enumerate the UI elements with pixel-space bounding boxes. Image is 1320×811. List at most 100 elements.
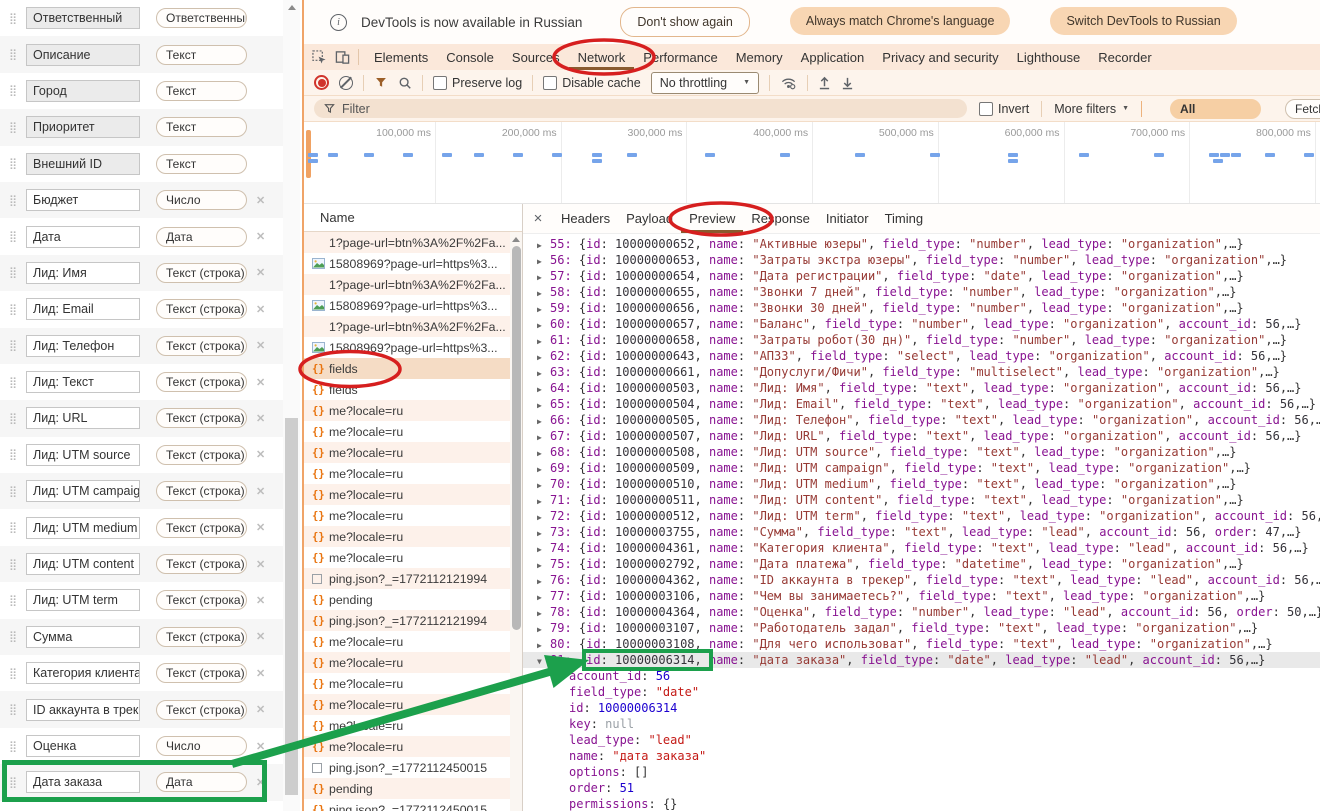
remove-field-button[interactable]: ✕ [256,412,265,425]
filter-toggle-icon[interactable] [374,76,388,89]
remove-field-button[interactable]: ✕ [256,521,265,534]
request-row[interactable]: 1?page-url=btn%3A%2F%2Fa... [304,316,510,337]
request-row[interactable]: 1?page-url=btn%3A%2F%2Fa... [304,232,510,253]
field-label-input[interactable]: ID аккаунта в трекер [26,699,140,721]
json-property-line[interactable]: key: null [523,716,1320,732]
json-preview-line[interactable]: ▶63: {id: 10000000661, name: "Допуслуги/… [523,364,1320,380]
request-row[interactable]: {}pending [304,589,510,610]
json-preview-line[interactable]: ▶55: {id: 10000000652, name: "Активные ю… [523,236,1320,252]
scroll-up-arrow-icon[interactable] [288,5,296,10]
tab-network[interactable]: Network [569,44,635,70]
remove-field-button[interactable]: ✕ [256,303,265,316]
json-preview-line[interactable]: ▶78: {id: 10000004364, name: "Оценка", f… [523,604,1320,620]
json-preview-line[interactable]: ▶62: {id: 10000000643, name: "АПЗЗ", fie… [523,348,1320,364]
request-row[interactable]: {}me?locale=ru [304,673,510,694]
json-preview-line[interactable]: ▶58: {id: 10000000655, name: "Звонки 7 д… [523,284,1320,300]
page-scrollbar-thumb[interactable] [285,418,298,795]
json-property-line[interactable]: order: 51 [523,780,1320,796]
filter-input[interactable]: Filter [314,99,967,118]
json-preview-line[interactable]: ▶60: {id: 10000000657, name: "Баланс", f… [523,316,1320,332]
request-row[interactable]: {}me?locale=ru [304,484,510,505]
export-har-icon[interactable] [841,75,854,90]
request-row[interactable]: {}me?locale=ru [304,652,510,673]
drag-handle-icon[interactable]: ⣿ [0,630,26,643]
json-preview-line[interactable]: ▶61: {id: 10000000658, name: "Затраты ро… [523,332,1320,348]
request-row[interactable]: {}me?locale=ru [304,694,510,715]
remove-field-button[interactable]: ✕ [256,194,265,207]
json-property-line[interactable]: id: 10000006314 [523,700,1320,716]
checkbox-icon[interactable] [543,76,557,90]
record-button[interactable] [314,75,329,90]
field-label-input[interactable]: Дата [26,226,140,248]
field-label-input[interactable]: Сумма [26,626,140,648]
json-preview-line[interactable]: ▶59: {id: 10000000656, name: "Звонки 30 … [523,300,1320,316]
json-property-line[interactable]: lead_type: "lead" [523,732,1320,748]
checkbox-icon[interactable] [979,102,993,116]
json-property-line[interactable]: options: [] [523,764,1320,780]
preview-tab-headers[interactable]: Headers [553,204,618,233]
drag-handle-icon[interactable]: ⣿ [0,230,26,243]
preview-tab-response[interactable]: Response [743,204,818,233]
device-toolbar-icon[interactable] [335,50,350,65]
field-label-input[interactable]: Лид: URL [26,407,140,429]
drag-handle-icon[interactable]: ⣿ [0,157,26,170]
request-row[interactable]: {}me?locale=ru [304,715,510,736]
throttling-select[interactable]: No throttling ▼ [651,72,759,94]
request-row[interactable]: {}me?locale=ru [304,505,510,526]
checkbox-icon[interactable] [433,76,447,90]
json-preview-line[interactable]: ▼81: {id: 10000006314, name: "дата заказ… [523,652,1320,668]
request-row[interactable]: ping.json?_=1772112450015 [304,757,510,778]
request-row[interactable]: 15808969?page-url=https%3... [304,295,510,316]
field-label-input[interactable]: Лид: Текст [26,371,140,393]
import-har-icon[interactable] [818,75,831,90]
tab-lighthouse[interactable]: Lighthouse [1008,44,1090,70]
field-label-input[interactable]: Лид: UTM source [26,444,140,466]
request-row[interactable]: {}me?locale=ru [304,547,510,568]
remove-field-button[interactable]: ✕ [256,339,265,352]
remove-field-button[interactable]: ✕ [256,667,265,680]
disable-cache-checkbox[interactable]: Disable cache [543,76,641,90]
switch-devtools-russian-button[interactable]: Switch DevTools to Russian [1050,7,1236,35]
json-preview-line[interactable]: ▶64: {id: 10000000503, name: "Лид: Имя",… [523,380,1320,396]
json-preview-line[interactable]: ▶79: {id: 10000003107, name: "Работодате… [523,620,1320,636]
request-row[interactable]: {}pending [304,778,510,799]
preview-tab-preview[interactable]: Preview [681,204,743,233]
json-preview-line[interactable]: ▶72: {id: 10000000512, name: "Лид: UTM t… [523,508,1320,524]
request-row[interactable]: 15808969?page-url=https%3... [304,337,510,358]
request-row[interactable]: {}ping.json?_=1772112450015 [304,799,510,811]
drag-handle-icon[interactable]: ⣿ [0,594,26,607]
expanded-arrow-icon[interactable]: ▼ [537,654,550,670]
drag-handle-icon[interactable]: ⣿ [0,339,26,352]
drag-handle-icon[interactable]: ⣿ [0,12,26,25]
tab-memory[interactable]: Memory [727,44,792,70]
json-property-line[interactable]: permissions: {} [523,796,1320,811]
drag-handle-icon[interactable]: ⣿ [0,48,26,61]
network-overview-timeline[interactable]: 100,000 ms200,000 ms300,000 ms400,000 ms… [304,122,1320,204]
drag-handle-icon[interactable]: ⣿ [0,740,26,753]
scroll-up-arrow-icon[interactable] [512,237,520,242]
field-label-input[interactable]: Оценка [26,735,140,757]
remove-field-button[interactable]: ✕ [256,740,265,753]
tab-elements[interactable]: Elements [365,44,437,70]
json-property-line[interactable]: field_type: "date" [523,684,1320,700]
field-label-input[interactable]: Лид: UTM campaign [26,480,140,502]
field-label-input[interactable]: Лид: UTM medium [26,517,140,539]
drag-handle-icon[interactable]: ⣿ [0,521,26,534]
more-filters-button[interactable]: More filters ▼ [1054,102,1129,116]
request-row[interactable]: ping.json?_=1772112121994 [304,568,510,589]
filter-fetch-xhr-button[interactable]: Fetch/XHR [1285,99,1320,119]
json-property-line[interactable]: account_id: 56 [523,668,1320,684]
json-preview-line[interactable]: ▶70: {id: 10000000510, name: "Лид: UTM m… [523,476,1320,492]
tab-recorder[interactable]: Recorder [1089,44,1160,70]
json-property-line[interactable]: name: "дата заказа" [523,748,1320,764]
json-preview-line[interactable]: ▶56: {id: 10000000653, name: "Затраты эк… [523,252,1320,268]
request-row[interactable]: {}ping.json?_=1772112121994 [304,610,510,631]
remove-field-button[interactable]: ✕ [256,630,265,643]
remove-field-button[interactable]: ✕ [256,703,265,716]
requests-scrollbar-thumb[interactable] [512,246,521,630]
json-preview-line[interactable]: ▶57: {id: 10000000654, name: "Дата регис… [523,268,1320,284]
drag-handle-icon[interactable]: ⣿ [0,667,26,680]
json-preview-line[interactable]: ▶77: {id: 10000003106, name: "Чем вы зан… [523,588,1320,604]
json-preview-line[interactable]: ▶66: {id: 10000000505, name: "Лид: Телеф… [523,412,1320,428]
preview-tab-timing[interactable]: Timing [877,204,932,233]
